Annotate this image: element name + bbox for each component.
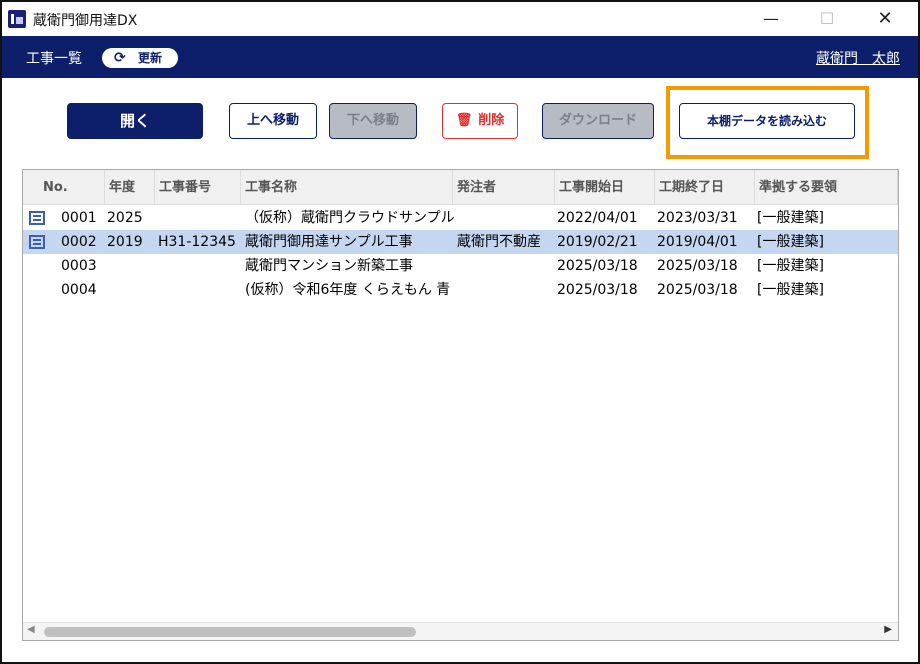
close-button[interactable]: ✕ xyxy=(862,2,908,36)
move-down-button[interactable]: 下へ移動 xyxy=(329,103,417,139)
refresh-icon: ⟳ xyxy=(114,50,126,66)
cell-number xyxy=(158,254,242,278)
table-row[interactable]: 0001 2025 （仮称）蔵衛門クラウドサンプル新 2022/04/01 2023/0… xyxy=(23,206,898,230)
cell-number xyxy=(158,278,242,302)
cell-name: 蔵衛門マンション新築工事 xyxy=(245,258,413,274)
delete-label: 削除 xyxy=(478,113,505,128)
cell-start: 2022/04/01 xyxy=(557,210,638,226)
cell-end: 2025/03/18 xyxy=(657,282,738,298)
table-header: No. 年度 工事番号 工事名称 発注者 工事開始日 工期終了日 準拠する要領 xyxy=(23,170,898,205)
cell-client xyxy=(457,278,557,302)
cell-number xyxy=(158,206,242,230)
bookshelf-icon xyxy=(29,235,45,249)
column-header-client[interactable]: 発注者 xyxy=(453,170,555,205)
cell-year: 2025 xyxy=(107,210,143,226)
maximize-button[interactable]: ☐ xyxy=(804,2,850,36)
cell-standard: [一般建築] xyxy=(757,258,824,274)
download-button[interactable]: ダウンロード xyxy=(542,103,654,139)
app-logo-icon xyxy=(8,10,26,28)
refresh-label: 更新 xyxy=(138,51,163,65)
bookshelf-icon xyxy=(29,211,45,225)
cell-end: 2023/03/31 xyxy=(657,210,738,226)
column-header-standard[interactable]: 準拠する要領 xyxy=(755,170,898,205)
cell-standard: [一般建築] xyxy=(757,210,824,226)
minimize-button[interactable]: — xyxy=(748,2,794,36)
cell-name: (仮称）令和6年度 くらえもん 青 xyxy=(245,282,451,298)
cell-name: （仮称）蔵衛門クラウドサンプル新 xyxy=(245,210,455,226)
cell-year xyxy=(107,254,155,278)
cell-client: 蔵衛門不動産 xyxy=(457,234,541,250)
cell-start: 2025/03/18 xyxy=(557,258,638,274)
title-bar: 蔵衛門御用達DX — ☐ ✕ xyxy=(2,2,918,36)
column-header-year[interactable]: 年度 xyxy=(105,170,155,205)
cell-client xyxy=(457,206,557,230)
open-button[interactable]: 開く xyxy=(67,103,203,139)
trash-icon: 🗑 xyxy=(455,113,473,128)
cell-end: 2025/03/18 xyxy=(657,258,738,274)
cell-number: H31-12345 xyxy=(158,234,236,250)
cell-end: 2019/04/01 xyxy=(657,234,738,250)
table-row[interactable]: 0004 (仮称）令和6年度 くらえもん 青 2025/03/18 2025/03/1… xyxy=(23,278,898,302)
project-table: No. 年度 工事番号 工事名称 発注者 工事開始日 工期終了日 準拠する要領 0001 202… xyxy=(22,169,899,641)
import-bookshelf-button[interactable]: 本棚データを読み込む xyxy=(679,103,855,139)
refresh-button[interactable]: ⟳ 更新 xyxy=(102,48,178,68)
table-row[interactable]: 0002 2019 H31-12345 蔵衛門御用達サンプル工事 蔵衛門不動産 2019/… xyxy=(23,230,898,254)
app-header: 工事一覧 ⟳ 更新 蔵衛門 太郎 xyxy=(2,36,918,78)
user-name-link[interactable]: 蔵衛門 太郎 xyxy=(816,48,900,68)
cell-client xyxy=(457,254,557,278)
column-header-start[interactable]: 工事開始日 xyxy=(555,170,655,205)
move-up-button[interactable]: 上へ移動 xyxy=(229,103,317,139)
delete-button[interactable]: 🗑 削除 xyxy=(442,103,518,139)
scroll-thumb[interactable] xyxy=(44,627,416,637)
cell-standard: [一般建築] xyxy=(757,234,824,250)
cell-start: 2025/03/18 xyxy=(557,282,638,298)
cell-start: 2019/02/21 xyxy=(557,234,638,250)
table-row[interactable]: 0003 蔵衛門マンション新築工事 2025/03/18 2025/03/18 [一般建… xyxy=(23,254,898,278)
scroll-right-icon[interactable]: ▶ xyxy=(884,624,892,635)
horizontal-scrollbar[interactable]: ◀ ▶ xyxy=(23,622,898,640)
cell-name: 蔵衛門御用達サンプル工事 xyxy=(245,234,413,250)
cell-year xyxy=(107,278,155,302)
page-title: 工事一覧 xyxy=(26,51,82,67)
column-header-end[interactable]: 工期終了日 xyxy=(655,170,755,205)
app-window: 蔵衛門御用達DX — ☐ ✕ 工事一覧 ⟳ 更新 蔵衛門 太郎 開く 上へ移動 … xyxy=(0,0,920,664)
scroll-left-icon[interactable]: ◀ xyxy=(27,624,35,635)
column-header-number[interactable]: 工事番号 xyxy=(155,170,241,205)
cell-standard: [一般建築] xyxy=(757,282,824,298)
window-title: 蔵衛門御用達DX xyxy=(33,13,138,29)
column-header-no[interactable]: No. xyxy=(23,170,105,205)
column-header-name[interactable]: 工事名称 xyxy=(241,170,453,205)
cell-year: 2019 xyxy=(107,234,143,250)
